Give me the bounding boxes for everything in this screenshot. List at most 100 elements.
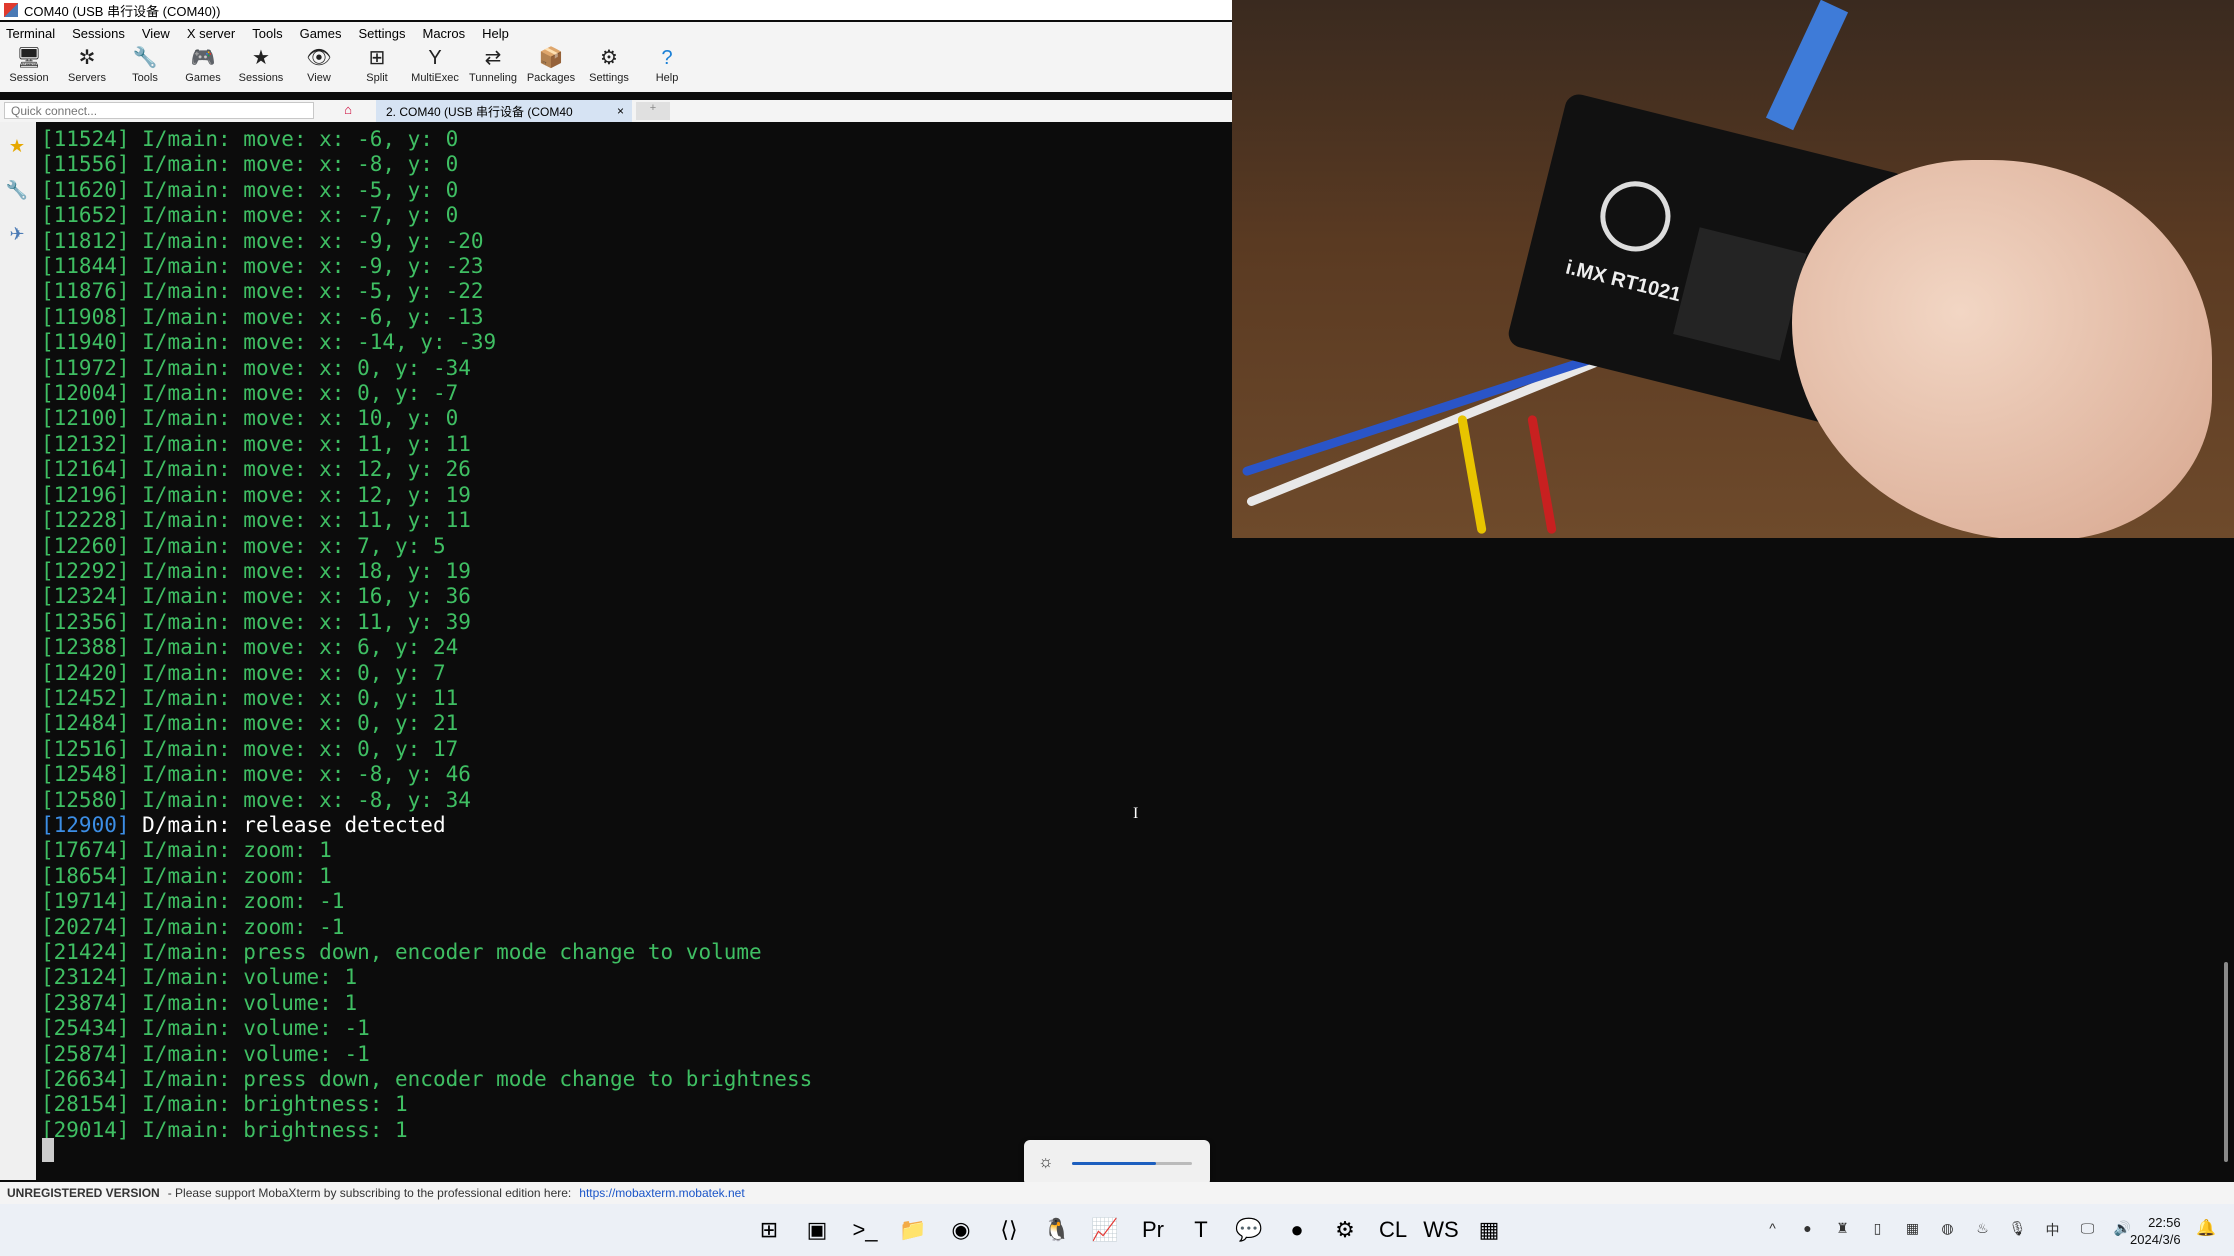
menu-tools[interactable]: Tools <box>246 26 293 41</box>
task-view-icon[interactable]: ▣ <box>793 1212 841 1248</box>
log-timestamp: [11812] <box>41 228 130 253</box>
toolbar: 🖥 Session ✲ Servers 🔧 Tools 🎮 Games ★ Session… <box>0 44 1232 92</box>
log-timestamp: [12324] <box>41 584 130 609</box>
wire-yellow <box>1457 414 1487 535</box>
log-timestamp: [12484] <box>41 711 130 736</box>
log-timestamp: [28154] <box>41 1092 130 1117</box>
view-button[interactable]: 👁 View <box>290 44 348 92</box>
tunneling-button[interactable]: ⇄ Tunneling <box>464 44 522 92</box>
menu-settings[interactable]: Settings <box>353 26 417 41</box>
menu-help[interactable]: Help <box>476 26 520 41</box>
terminal-line: [11652] I/main: move: x: -7, y: 0 <box>41 203 812 228</box>
terminal-line: [12324] I/main: move: x: 16, y: 36 <box>41 584 812 609</box>
log-timestamp: [12388] <box>41 635 130 660</box>
menu-games[interactable]: Games <box>294 26 353 41</box>
view-icon: 👁 <box>306 47 332 69</box>
session-button[interactable]: 🖥 Session <box>0 44 58 92</box>
servers-button[interactable]: ✲ Servers <box>58 44 116 92</box>
tray-icon[interactable]: 中 <box>2035 1220 2070 1240</box>
terminal-icon[interactable]: >_ <box>841 1212 889 1248</box>
log-timestamp: [11844] <box>41 254 130 279</box>
log-message: I/main: move: x: -9, y: -20 <box>129 228 484 253</box>
log-timestamp: [25874] <box>41 1041 130 1066</box>
tab-com40[interactable]: 2. COM40 (USB 串行设备 (COM40 × <box>376 100 632 122</box>
log-timestamp: [11620] <box>41 177 130 202</box>
log-timestamp: [25434] <box>41 1016 130 1041</box>
log-message: I/main: move: x: -8, y: 0 <box>129 152 459 177</box>
quick-connect-input[interactable] <box>4 102 314 119</box>
sidebar-send-icon[interactable]: ✈ <box>2 214 32 254</box>
log-message: I/main: volume: 1 <box>129 990 358 1015</box>
terminal-line: [12388] I/main: move: x: 6, y: 24 <box>41 635 812 660</box>
terminal-line: [11524] I/main: move: x: -6, y: 0 <box>41 127 812 152</box>
tray-icon[interactable]: ▦ <box>1895 1220 1930 1240</box>
settings-button[interactable]: ⚙ Settings <box>580 44 638 92</box>
start-icon[interactable]: ⊞ <box>745 1212 793 1248</box>
packages-button[interactable]: 📦 Packages <box>522 44 580 92</box>
sidebar-star-icon[interactable]: ★ <box>2 126 32 166</box>
log-timestamp: [12516] <box>41 736 130 761</box>
webstorm-icon[interactable]: WS <box>1417 1212 1465 1248</box>
home-tab[interactable]: ⌂ <box>330 102 366 122</box>
tray-icon[interactable]: ◍ <box>1930 1220 1965 1240</box>
log-message: I/main: zoom: -1 <box>129 914 345 939</box>
menu-macros[interactable]: Macros <box>416 26 476 41</box>
log-timestamp: [11524] <box>41 127 130 151</box>
qq-icon[interactable]: 🐧 <box>1033 1212 1081 1248</box>
log-message: I/main: move: x: 12, y: 19 <box>129 482 471 507</box>
servers-icon: ✲ <box>78 47 96 69</box>
log-timestamp: [11876] <box>41 279 130 304</box>
clion-icon[interactable]: CL <box>1369 1212 1417 1248</box>
tray-icon[interactable]: ^ <box>1755 1220 1790 1240</box>
log-message: I/main: brightness: 1 <box>129 1092 408 1117</box>
notification-bell-icon[interactable]: 🔔 <box>2196 1218 2216 1238</box>
tray-icon[interactable]: ♨ <box>1965 1220 2000 1240</box>
wire-red <box>1527 414 1557 535</box>
games-button[interactable]: 🎮 Games <box>174 44 232 92</box>
brightness-slider[interactable] <box>1072 1162 1192 1165</box>
tray-icon[interactable]: ♜ <box>1825 1220 1860 1240</box>
close-icon[interactable]: × <box>617 104 624 118</box>
multiexec-button[interactable]: Y MultiExec <box>406 44 464 92</box>
log-message: I/main: move: x: 7, y: 5 <box>129 533 446 558</box>
edge-icon[interactable]: ◉ <box>937 1212 985 1248</box>
camera-overlay: i.MX RT1021 <box>1232 0 2234 538</box>
packages-icon: 📦 <box>538 47 564 69</box>
premiere-icon[interactable]: Pr <box>1129 1212 1177 1248</box>
log-timestamp: [12900] <box>41 812 130 837</box>
new-tab-button[interactable]: + <box>636 102 670 120</box>
mobaxterm-icon[interactable]: ▦ <box>1465 1212 1513 1248</box>
file-explorer-icon[interactable]: 📁 <box>889 1212 937 1248</box>
menu-view[interactable]: View <box>136 26 181 41</box>
typora-icon[interactable]: T <box>1177 1212 1225 1248</box>
tray-icon[interactable]: ▯ <box>1860 1220 1895 1240</box>
mobatek-link[interactable]: https://mobaxterm.mobatek.net <box>579 1186 744 1200</box>
terminal-line: [12580] I/main: move: x: -8, y: 34 <box>41 788 812 813</box>
menu-sessions[interactable]: Sessions <box>66 26 136 41</box>
tray-icon[interactable]: ● <box>1790 1220 1825 1240</box>
terminal-line: [21424] I/main: press down, encoder mode… <box>41 940 812 965</box>
terminal-line: [12356] I/main: move: x: 11, y: 39 <box>41 610 812 635</box>
log-message: I/main: move: x: 0, y: 21 <box>129 711 459 736</box>
vscode-icon[interactable]: ⟨⟩ <box>985 1212 1033 1248</box>
sidebar-tools-icon[interactable]: 🔧 <box>2 170 32 210</box>
help-button[interactable]: ? Help <box>638 44 696 92</box>
terminal-line: [11940] I/main: move: x: -14, y: -39 <box>41 330 812 355</box>
menu-terminal[interactable]: Terminal <box>0 26 66 41</box>
tools-button[interactable]: 🔧 Tools <box>116 44 174 92</box>
settings-icon[interactable]: ⚙ <box>1321 1212 1369 1248</box>
scrollbar-thumb[interactable] <box>2224 962 2228 1162</box>
log-message: I/main: move: x: 0, y: 11 <box>129 685 459 710</box>
tray-icon[interactable]: 🎙 <box>2000 1220 2035 1240</box>
wechat-icon[interactable]: 💬 <box>1225 1212 1273 1248</box>
log-message: I/main: move: x: -6, y: 0 <box>129 127 459 151</box>
split-button[interactable]: ⊞ Split <box>348 44 406 92</box>
menu-x-server[interactable]: X server <box>181 26 246 41</box>
clock-time: 22:56 <box>2148 1215 2181 1230</box>
clock[interactable]: 22:56 2024/3/6 <box>2130 1214 2181 1248</box>
sessions-button[interactable]: ★ Sessions <box>232 44 290 92</box>
monitor-icon[interactable]: 📈 <box>1081 1212 1129 1248</box>
app-icon[interactable]: ● <box>1273 1212 1321 1248</box>
tray-icon[interactable]: 🖵 <box>2070 1220 2105 1240</box>
session-icon: 🖥 <box>16 47 42 69</box>
